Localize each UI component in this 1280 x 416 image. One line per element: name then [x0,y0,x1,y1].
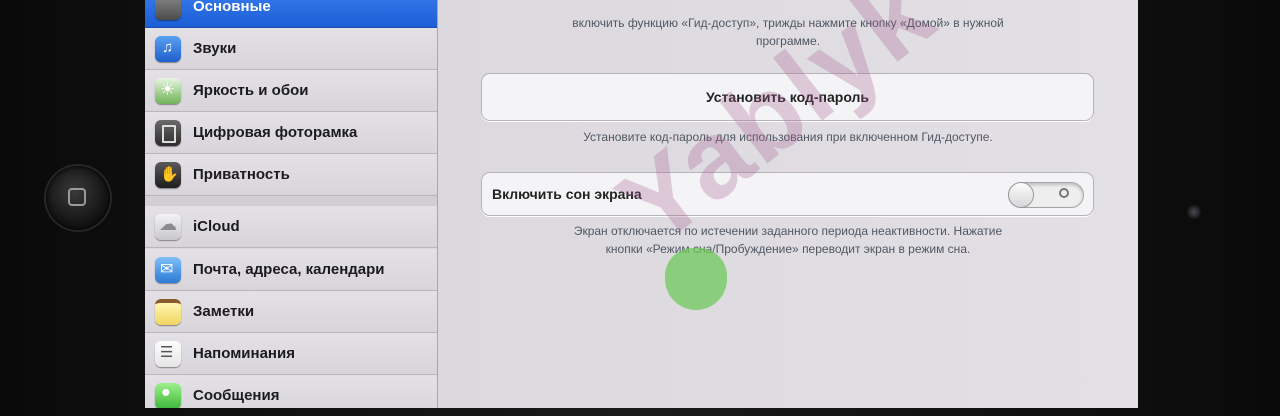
sidebar-item-photo-frame[interactable]: Цифровая фоторамка [145,112,437,154]
sidebar-item-reminders[interactable]: Напоминания [145,333,437,375]
brightness-icon [155,77,181,104]
sidebar-item-icloud[interactable]: iCloud [145,206,437,248]
sidebar-item-label: Приватность [193,166,290,183]
cloud-icon [155,213,181,240]
sidebar-item-label: Почта, адреса, календари [193,261,385,278]
sidebar-item-messages[interactable]: Сообщения [145,375,437,408]
hint-line: Экран отключается по истечении заданного… [573,224,1003,238]
screen-sleep-hint: Экран отключается по истечении заданного… [438,222,1138,258]
sidebar-item-privacy[interactable]: Приватность [145,154,437,196]
switch-knob [1008,182,1034,208]
hint-line: кнопки «Режим сна/Пробуждение» переводит… [605,242,971,256]
sidebar-item-mail[interactable]: Почта, адреса, календари [145,249,437,291]
sidebar-item-label: Напоминания [193,345,295,362]
front-camera [1187,205,1201,219]
settings-sidebar: Основные Звуки Яркость и обои Цифровая ф… [145,0,438,408]
sidebar-item-label: Яркость и обои [193,82,309,99]
sidebar-item-label: Звуки [193,40,237,57]
gear-icon [155,0,181,20]
sidebar-item-label: Сообщения [193,387,280,404]
notes-icon [155,298,181,325]
settings-screen: Основные Звуки Яркость и обои Цифровая ф… [145,0,1138,408]
hand-icon [155,161,181,188]
sidebar-item-notes[interactable]: Заметки [145,291,437,333]
speaker-icon [155,35,181,62]
switch-off-icon [1059,188,1069,198]
mail-icon [155,256,181,283]
photo-frame-icon [155,119,181,146]
sidebar-item-label: iCloud [193,218,240,235]
home-square-icon [68,188,86,206]
reminders-icon [155,340,181,367]
screen-sleep-switch[interactable] [1008,182,1084,208]
sidebar-item-general[interactable]: Основные [145,0,437,28]
home-button[interactable] [46,166,110,230]
sidebar-item-sounds[interactable]: Звуки [145,28,437,70]
sidebar-item-label: Основные [193,0,271,15]
sidebar-item-label: Цифровая фоторамка [193,124,358,141]
messages-icon [155,382,181,408]
sidebar-item-brightness[interactable]: Яркость и обои [145,70,437,112]
sidebar-item-label: Заметки [193,303,255,320]
